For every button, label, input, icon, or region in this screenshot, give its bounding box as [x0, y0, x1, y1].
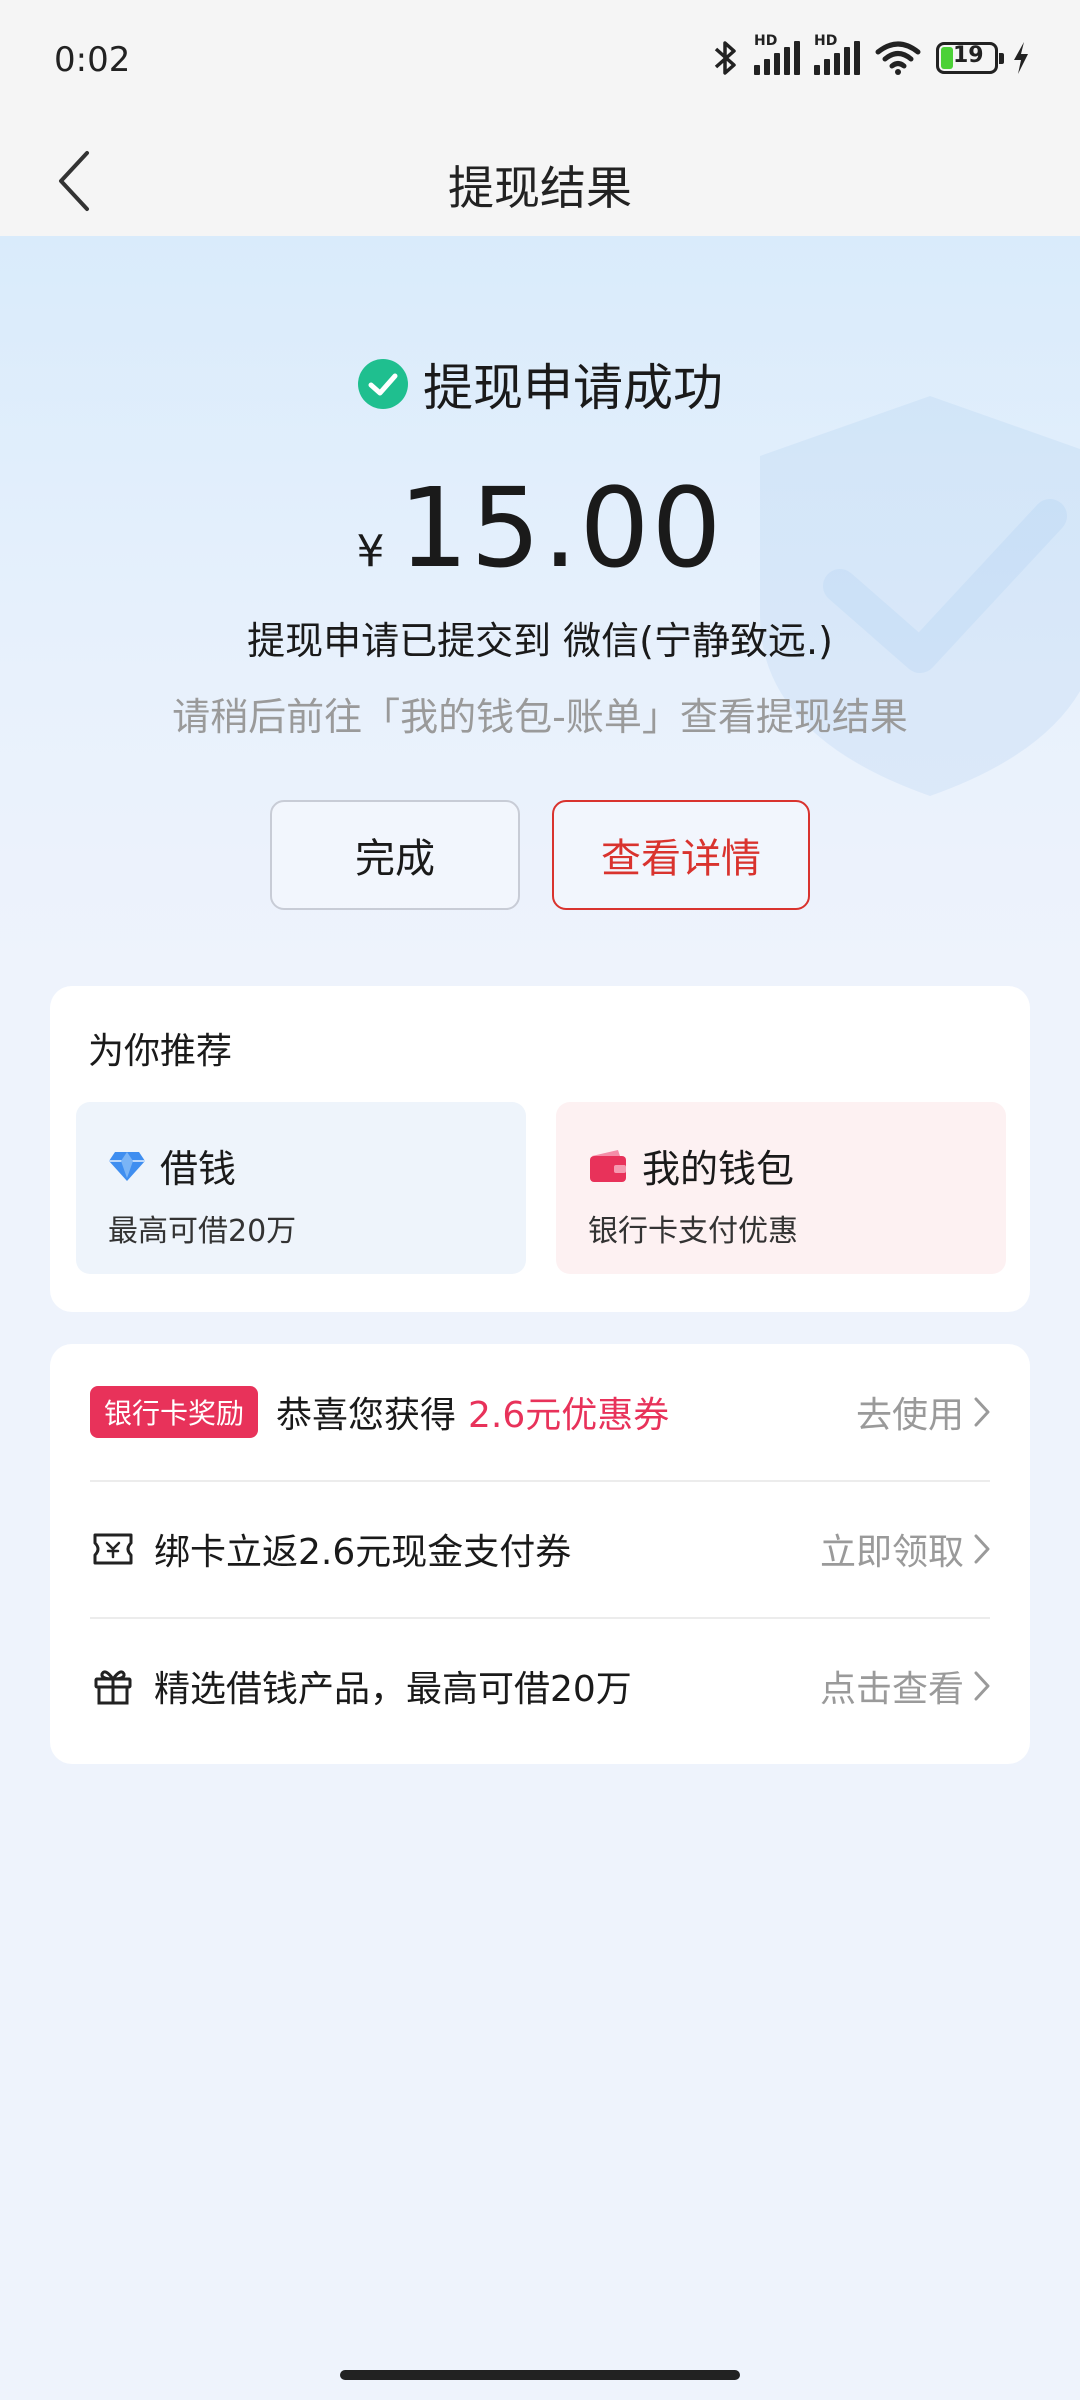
recommend-item-wallet[interactable]: 我的钱包 银行卡支付优惠	[556, 1102, 1006, 1274]
view-detail-button[interactable]: 查看详情	[552, 800, 810, 910]
recommend-item-title: 借钱	[160, 1147, 237, 1191]
offer-action-label: 点击查看	[819, 1669, 964, 1710]
chevron-right-icon	[974, 1671, 990, 1701]
page-title: 提现结果	[448, 161, 632, 215]
offers-card: 银行卡奖励 恭喜您获得 2.6元优惠券 去使用 绑卡立返2.6元现金支付券 立即…	[50, 1344, 1030, 1764]
charging-icon	[1014, 42, 1028, 74]
offer-action-label: 去使用	[855, 1395, 964, 1436]
battery-icon: 19	[936, 42, 1004, 74]
offer-highlight: 2.6元优惠券	[468, 1395, 670, 1436]
shield-watermark-icon	[760, 396, 1080, 796]
status-bar: 0:02 HD HD 19	[0, 0, 1080, 126]
result-hero: 提现申请成功 ¥ 15.00 提现申请已提交到 微信(宁静致远.) 请稍后前往「…	[0, 236, 1080, 976]
signal-icon: HD	[814, 33, 860, 75]
currency-symbol: ¥	[356, 526, 385, 577]
offer-text: 精选借钱产品，最高可借20万	[154, 1669, 632, 1710]
wallet-icon	[590, 1149, 626, 1182]
view-action[interactable]: 点击查看	[820, 1660, 990, 1712]
ticket-icon	[93, 1533, 133, 1565]
status-time: 0:02	[54, 40, 131, 80]
check-circle-icon	[358, 359, 408, 409]
recommend-item-subtitle: 银行卡支付优惠	[588, 1214, 798, 1249]
done-button[interactable]: 完成	[270, 800, 520, 910]
offer-row-bind-card[interactable]: 绑卡立返2.6元现金支付券 立即领取	[90, 1481, 990, 1617]
hint-text: 请稍后前往「我的钱包-账单」查看提现结果	[172, 695, 908, 739]
offer-action-label: 立即领取	[819, 1532, 964, 1573]
signal-icon: HD	[754, 33, 800, 75]
recommend-title: 为你推荐	[88, 1031, 233, 1072]
success-status-text: 提现申请成功	[423, 359, 723, 417]
offer-row-loan[interactable]: 精选借钱产品，最高可借20万 点击查看	[90, 1618, 990, 1754]
offer-text: 绑卡立返2.6元现金支付券	[154, 1532, 572, 1573]
status-icons: HD HD 19	[710, 33, 1030, 78]
recommend-item-subtitle: 最高可借20万	[108, 1214, 297, 1249]
offer-row-coupon[interactable]: 银行卡奖励 恭喜您获得 2.6元优惠券 去使用	[90, 1344, 990, 1480]
recommend-item-borrow[interactable]: 借钱 最高可借20万	[76, 1102, 526, 1274]
hd-label: HD	[754, 33, 778, 49]
diamond-icon	[109, 1151, 145, 1181]
home-indicator[interactable]	[340, 2370, 740, 2380]
nav-bar: 提现结果	[0, 126, 1080, 236]
chevron-right-icon	[974, 1397, 990, 1427]
success-row: 提现申请成功	[0, 348, 1080, 420]
hd-label: HD	[814, 33, 838, 49]
claim-action[interactable]: 立即领取	[820, 1523, 990, 1575]
submitted-text: 提现申请已提交到 微信(宁静致远.)	[247, 619, 833, 663]
recommend-item-title: 我的钱包	[642, 1147, 795, 1191]
battery-level: 19	[953, 43, 984, 68]
bluetooth-icon	[714, 41, 736, 75]
chevron-right-icon	[974, 1534, 990, 1564]
reward-badge: 银行卡奖励	[90, 1386, 259, 1438]
use-coupon-action[interactable]: 去使用	[856, 1386, 990, 1438]
withdraw-amount: 15.00	[398, 464, 724, 592]
wifi-icon	[875, 41, 921, 75]
recommend-card: 为你推荐 借钱 最高可借20万 我的钱包 银行卡支付优惠	[50, 986, 1030, 1312]
amount-row: ¥ 15.00	[0, 464, 1080, 592]
offer-text: 恭喜您获得	[276, 1395, 457, 1436]
gift-icon	[94, 1670, 132, 1705]
